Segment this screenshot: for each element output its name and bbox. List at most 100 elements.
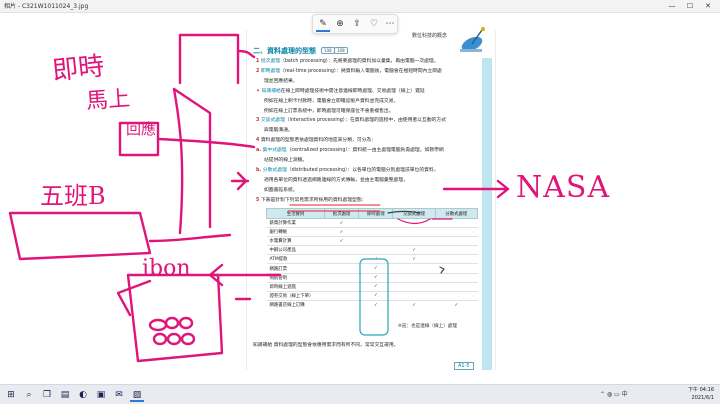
item-number: 2 — [256, 68, 260, 74]
table-cell-check: ✓ — [358, 281, 393, 292]
photo-toolbar: ✎ ⊕ ⇪ ♡ ⋯ — [312, 14, 398, 34]
text-line: 與電腦溝通。 — [264, 127, 293, 135]
store-icon[interactable]: ▣ — [94, 388, 108, 402]
item-text: 例如在線上刷卡付款時，電腦會立即確認帳戶資料並完成交易。 — [264, 98, 399, 104]
table-cell-check — [435, 263, 478, 274]
table-cell-check: ✓ — [324, 236, 359, 246]
item-number: 1 — [256, 59, 260, 64]
table-cell-check — [324, 263, 359, 274]
table-cell-example: 飛航管制 — [266, 272, 325, 283]
table-cell-example: 網路訂票 — [266, 263, 325, 274]
table-cell-check — [392, 263, 436, 274]
folder-icon[interactable]: ▤ — [58, 388, 72, 402]
section-tag: 108 — [321, 47, 335, 54]
zoom-button[interactable]: ⊕ — [333, 17, 347, 32]
table-row: 證券交易（線上下單） ✓ — [266, 290, 478, 301]
table-cell-check: ✓ — [358, 263, 393, 274]
item-text: （interactive processing）：在資料處理的過程中，由使用者以… — [284, 118, 446, 124]
ink-stroke — [116, 279, 152, 317]
item-text: 在線上即時處理技術中需注意連線即時處理、交易處理（線上）遲延 — [280, 88, 425, 94]
ink-text-response: 回應 — [126, 120, 157, 138]
table-cell-example: 證券交易（線上下單） — [266, 290, 325, 301]
item-text: 例如在線上訂票系統中，即時處理可確保座位不會重複售出。 — [264, 108, 394, 114]
table-cell-check — [358, 236, 393, 246]
table-row: 中鋼公司產品 ✓ — [266, 245, 478, 255]
text-line: 3 交談式處理（interactive processing）：在資料處理的過程… — [256, 117, 446, 125]
item-number: 5 — [256, 197, 260, 203]
table-cell-check: ✓ — [435, 299, 478, 310]
ink-text-immediately: 馬上 — [85, 86, 132, 115]
table-row: 水電費計算 ✓ — [266, 236, 478, 246]
item-term: 即時處理 — [260, 68, 281, 74]
table-cell-check — [392, 236, 436, 246]
ink-stroke — [8, 211, 152, 261]
maximize-button[interactable]: ☐ — [682, 0, 698, 13]
ink-text-class-b: 五班B — [40, 182, 106, 210]
search-icon[interactable]: ⌕ — [22, 388, 36, 402]
item-term: 交談式處理 — [260, 118, 285, 124]
table-cell-check — [324, 299, 359, 310]
table-cell-check — [324, 245, 359, 255]
chapter-tag: 數位科技的概念 — [412, 33, 448, 39]
ink-stroke — [178, 33, 240, 85]
table-cell-check — [358, 227, 393, 237]
mail-icon[interactable]: ✉ — [112, 388, 126, 402]
ink-stroke — [152, 332, 168, 346]
item-text: 下表是針對下列常見需求所採用的資料處理型態： — [260, 197, 367, 203]
table-legend: ※註：也是連線（線上）處理 — [398, 324, 457, 329]
table-cell-check — [324, 281, 359, 292]
ink-stroke — [172, 87, 212, 229]
minimize-button[interactable]: — — [664, 0, 680, 13]
satellite-dish-icon — [460, 27, 485, 52]
item-number: a. — [256, 148, 262, 154]
text-line: 1 批次處理（batch processing）：先將要處理的資料加以彙集，再由… — [256, 58, 439, 66]
system-tray[interactable]: ⌃ ◍ ▭ 中 — [600, 389, 628, 398]
text-line: 如圖書館系統。 — [264, 187, 298, 195]
item-number: ✦ — [256, 88, 261, 94]
title-bar: 相片 - C321W1011024_3.jpg — ☐ ✕ — [0, 0, 720, 13]
item-text: 與電腦溝通。 — [264, 128, 293, 134]
table-cell-check — [324, 272, 359, 283]
table-cell-check — [392, 217, 436, 228]
clock[interactable]: 下午 04:16 2021/6/1 — [688, 387, 714, 402]
close-button[interactable]: ✕ — [700, 0, 716, 13]
text-line: 2 即時處理（real-time processing）：將資料輸入電腦後，電腦… — [256, 68, 442, 76]
draw-button[interactable]: ✎ — [316, 17, 330, 32]
table-cell-example: 即時線上遊戲 — [266, 281, 325, 292]
photos-icon[interactable]: ▨ — [130, 388, 144, 402]
ink-text-nasa: NASA — [516, 170, 611, 205]
table-cell-check — [435, 245, 478, 255]
table-cell-check — [435, 227, 478, 237]
clock-time: 下午 04:16 — [688, 387, 714, 393]
favorite-button[interactable]: ♡ — [367, 17, 381, 32]
share-button[interactable]: ⇪ — [350, 17, 364, 32]
table-cell-check: ✓ — [392, 299, 436, 310]
text-line: 理並回應結果。 — [264, 78, 298, 86]
table-cell-check: ✓ — [392, 254, 436, 264]
table-cell-check — [435, 281, 478, 292]
table-cell-check: ✓ — [392, 245, 436, 255]
table-header: 即時處理 — [358, 208, 394, 219]
table-header: 批次處理 — [323, 208, 360, 219]
table-row: 即時線上遊戲 ✓ — [266, 281, 478, 292]
task-view-icon[interactable]: ❐ — [40, 388, 54, 402]
table-row: 飛航管制 ✓ — [266, 272, 478, 283]
table-cell-check — [392, 281, 436, 292]
item-term: 分散式處理 — [262, 167, 287, 173]
table-cell-check — [435, 254, 478, 264]
table-row: 網路訂票 ✓ — [266, 263, 478, 274]
item-text: 站提供的線上測驗。 — [264, 158, 308, 163]
text-line: ✦ 知識補給在線上即時處理技術中需注意連線即時處理、交易處理（線上）遲延 — [256, 88, 425, 96]
more-button[interactable]: ⋯ — [383, 17, 397, 32]
ink-stroke — [180, 332, 196, 346]
text-line: 例如在線上刷卡付款時，電腦會立即確認帳戶資料並完成交易。 — [264, 98, 398, 106]
table-cell-check — [392, 290, 436, 301]
item-term: 集中式處理 — [262, 148, 287, 154]
start-icon[interactable]: ⊞ — [4, 388, 18, 402]
ink-stroke — [164, 316, 180, 330]
ink-stroke — [148, 318, 168, 332]
item-text: （real-time processing）：將資料輸入電腦後，電腦會在極短時間… — [280, 68, 442, 74]
text-line: 5 下表是針對下列常見需求所採用的資料處理型態： — [256, 197, 366, 205]
window-title: 相片 - C321W1011024_3.jpg — [4, 3, 89, 10]
browser-icon[interactable]: ◐ — [76, 388, 90, 402]
